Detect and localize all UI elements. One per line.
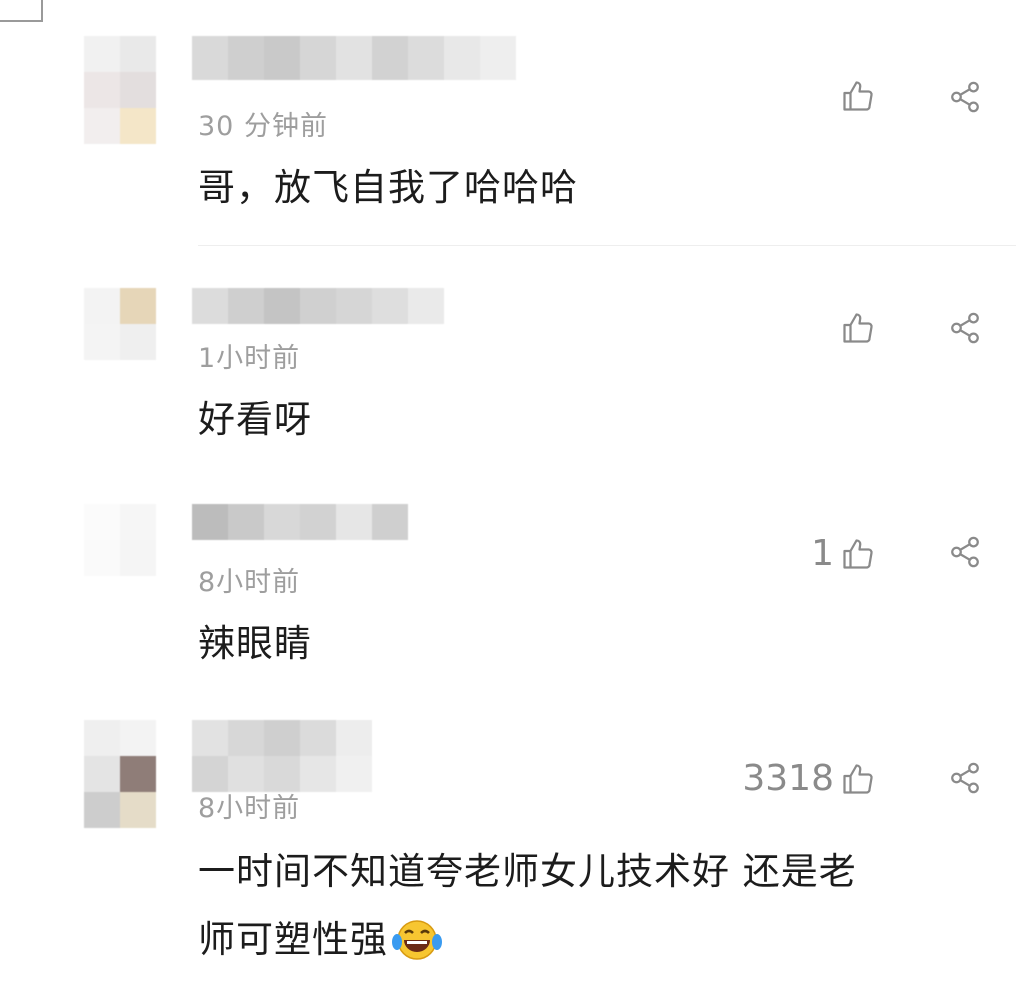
like-count: 1 bbox=[811, 533, 834, 574]
laughing-tears-emoji bbox=[392, 920, 442, 960]
comment-timestamp: 8小时前 bbox=[198, 567, 301, 598]
username-redacted[interactable] bbox=[192, 288, 444, 324]
like-button[interactable] bbox=[834, 78, 876, 114]
comment-timestamp: 30 分钟前 bbox=[198, 111, 328, 142]
share-button[interactable] bbox=[947, 80, 983, 114]
like-count: 3318 bbox=[742, 758, 834, 799]
username-redacted[interactable] bbox=[192, 36, 516, 80]
share-icon bbox=[951, 81, 979, 113]
share-icon bbox=[951, 536, 979, 568]
avatar[interactable] bbox=[84, 288, 156, 360]
like-button[interactable]: 3318 bbox=[742, 758, 876, 799]
share-icon bbox=[951, 312, 979, 344]
username-redacted[interactable] bbox=[192, 504, 408, 540]
thumbs-up-icon bbox=[843, 81, 873, 111]
thumbs-up-icon bbox=[843, 763, 873, 794]
thumbs-up-icon bbox=[843, 538, 873, 569]
comment-timestamp: 1小时前 bbox=[198, 343, 301, 374]
comment-text: 哥，放飞自我了哈哈哈 bbox=[198, 166, 578, 209]
avatar[interactable] bbox=[84, 504, 156, 576]
window-corner-frame bbox=[0, 0, 43, 22]
comment-text: 好看呀 bbox=[198, 398, 312, 441]
comment-text-line2-label: 师可塑性强 bbox=[198, 918, 388, 961]
comment-divider bbox=[198, 245, 1016, 246]
avatar[interactable] bbox=[84, 36, 156, 144]
like-button[interactable] bbox=[834, 310, 876, 346]
comment-timestamp: 8小时前 bbox=[198, 793, 301, 824]
share-icon bbox=[951, 762, 979, 794]
avatar[interactable] bbox=[84, 720, 156, 828]
share-button[interactable] bbox=[947, 311, 983, 345]
share-button[interactable] bbox=[947, 761, 983, 795]
comment-text: 辣眼睛 bbox=[198, 622, 312, 665]
comment-text-line2: 师可塑性强 bbox=[198, 910, 442, 970]
comment-text-line1: 一时间不知道夸老师女儿技术好 还是老 bbox=[198, 850, 857, 893]
share-button[interactable] bbox=[947, 535, 983, 569]
like-button[interactable]: 1 bbox=[811, 533, 876, 574]
username-redacted[interactable] bbox=[192, 720, 372, 792]
thumbs-up-icon bbox=[843, 313, 873, 343]
